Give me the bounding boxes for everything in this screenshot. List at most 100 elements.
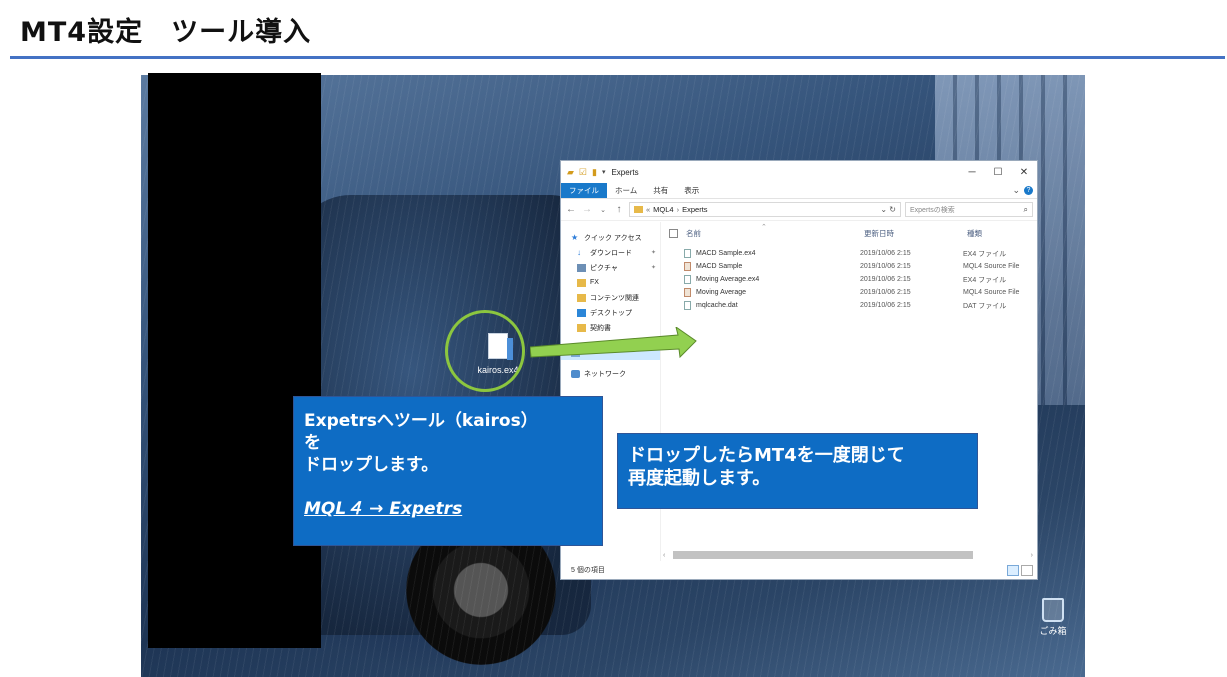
nav-item-contents[interactable]: コンテンツ関連 [561,290,660,305]
callout-drop-instructions: Expetrsへツール（kairos） を ドロップします。 MQL４ → Ex… [293,396,603,546]
file-date: 2019/10/06 2:15 [860,276,911,283]
file-row[interactable]: mqlcache.dat 2019/10/06 2:15 DAT ファイル [661,299,1037,312]
source-file-icon [684,288,691,297]
breadcrumb-experts[interactable]: Experts [682,205,707,214]
tab-view[interactable]: 表示 [676,183,707,198]
column-headers: 名前 更新日時 種類 [661,222,1037,244]
recycle-bin-icon [1042,598,1064,622]
column-header-type[interactable]: 種類 [967,228,982,239]
file-date: 2019/10/06 2:15 [860,250,911,257]
file-row[interactable]: Moving Average 2019/10/06 2:15 MQL4 Sour… [661,286,1037,299]
folder-icon [634,206,643,213]
status-bar: 5 個の項目 [561,561,1037,579]
file-type: MQL4 Source File [963,263,1020,270]
nav-item-network[interactable]: ネットワーク [561,366,660,381]
nav-item-label: ピクチャ [590,264,618,272]
explorer-body: ★ クイック アクセス ↓ ダウンロード ✦ ピクチャ ✦ FX コンテンツ関連 [561,222,1037,561]
file-name: Moving Average.ex4 [696,276,760,283]
new-folder-icon[interactable]: ▮ [592,167,597,178]
nav-item-fx[interactable]: FX [561,275,660,290]
back-arrow-icon[interactable]: ← [565,204,577,215]
file-date: 2019/10/06 2:15 [860,289,911,296]
search-icon: ⌕ [1023,204,1028,214]
search-placeholder: Expertsの検索 [910,206,955,214]
address-bar[interactable]: « MQL4 › Experts ⌄ ↻ [629,202,901,217]
file-name: mqlcache.dat [696,302,738,309]
horizontal-scrollbar[interactable]: ‹ › [661,549,1037,561]
explorer-titlebar: ▰ ☑ ▮ ▾ Experts ─ ☐ ✕ [561,161,1037,183]
file-row[interactable]: MACD Sample 2019/10/06 2:15 MQL4 Source … [661,260,1037,273]
search-input[interactable]: Expertsの検索 ⌕ [905,202,1033,217]
breadcrumb-separator: « [646,205,651,214]
folder-icon: ▰ [567,166,574,177]
callout-text: ドロップしたらMT4を一度閉じて [628,445,905,466]
file-row[interactable]: Moving Average.ex4 2019/10/06 2:15 EX4 フ… [661,273,1037,286]
file-type: EX4 ファイル [963,250,1007,258]
refresh-icon[interactable]: ⌄ ↻ [880,205,896,214]
recycle-bin[interactable]: ごみ箱 [1038,598,1068,637]
nav-item-desktop[interactable]: デスクトップ [561,305,660,320]
chevron-down-icon[interactable]: ▾ [602,168,606,176]
close-button[interactable]: ✕ [1011,167,1037,178]
breadcrumb-mql4[interactable]: MQL4 [653,205,673,214]
file-list: ⌃ 名前 更新日時 種類 MACD Sample.ex4 2019/10/06 … [661,222,1037,561]
chevron-down-icon[interactable]: ⌄ [597,206,609,214]
desktop-icon [577,308,586,317]
star-icon: ★ [571,232,579,242]
nav-item-label: ネットワーク [584,370,626,378]
file-name: MACD Sample [696,263,743,270]
nav-item-label: ダウンロード [590,249,632,257]
file-icon [684,249,691,258]
scrollbar-thumb[interactable] [673,551,973,559]
file-date: 2019/10/06 2:15 [860,263,911,270]
highlight-circle [445,310,525,392]
callout-path: MQL４ → Expetrs [304,499,463,520]
file-type: EX4 ファイル [963,276,1007,284]
pin-icon: ✦ [650,265,656,271]
tab-file[interactable]: ファイル [561,183,607,198]
minimize-button[interactable]: ─ [959,167,985,178]
file-icon [684,275,691,284]
item-count: 5 個の項目 [571,567,605,574]
nav-item-label: クイック アクセス [584,234,642,242]
column-header-name[interactable]: 名前 [686,228,864,239]
file-row[interactable]: MACD Sample.ex4 2019/10/06 2:15 EX4 ファイル [661,247,1037,260]
expand-ribbon-icon[interactable]: ⌄ [1012,185,1020,196]
breadcrumb-separator: › [676,205,680,214]
properties-icon[interactable]: ☑ [579,167,587,178]
slide-title: MT4設定 ツール導入 [20,17,312,48]
up-arrow-icon[interactable]: ↑ [613,204,625,215]
scroll-right-icon[interactable]: › [1031,552,1037,559]
nav-item-label: コンテンツ関連 [590,294,639,302]
nav-item-quick-access[interactable]: ★ クイック アクセス [561,230,660,245]
tab-share[interactable]: 共有 [645,183,676,198]
maximize-button[interactable]: ☐ [985,167,1011,178]
download-icon: ↓ [577,247,581,257]
details-view-icon[interactable] [1007,564,1019,576]
callout-text: Expetrsへツール（kairos） [304,411,538,431]
file-type: DAT ファイル [963,302,1007,310]
help-icon[interactable]: ? [1024,186,1033,195]
large-icons-view-icon[interactable] [1021,564,1033,576]
nav-item-pictures[interactable]: ピクチャ ✦ [561,260,660,275]
file-name: Moving Average [696,289,747,296]
callout-restart-instructions: ドロップしたらMT4を一度閉じて 再度起動します。 [617,433,978,509]
tab-home[interactable]: ホーム [607,183,645,198]
forward-arrow-icon[interactable]: → [581,204,593,215]
nav-item-downloads[interactable]: ↓ ダウンロード ✦ [561,245,660,260]
file-date: 2019/10/06 2:15 [860,302,911,309]
column-header-date[interactable]: 更新日時 [864,228,967,239]
file-type: MQL4 Source File [963,289,1020,296]
recycle-bin-label: ごみ箱 [1039,627,1067,637]
callout-text: ドロップします。 [304,455,439,476]
file-name: MACD Sample.ex4 [696,250,756,257]
select-all-checkbox[interactable] [669,228,678,238]
scroll-left-icon[interactable]: ‹ [661,552,665,559]
callout-text: 再度起動します。 [628,468,771,490]
drag-arrow-icon [530,327,697,359]
ribbon-tabs: ファイル ホーム 共有 表示 ⌄ ? [561,183,1037,199]
redaction-box [148,73,321,648]
address-row: ← → ⌄ ↑ « MQL4 › Experts ⌄ ↻ Expertsの検索 … [561,199,1037,221]
nav-item-label: デスクトップ [590,309,632,317]
explorer-window: ▰ ☑ ▮ ▾ Experts ─ ☐ ✕ ファイル ホーム 共有 表示 ⌄ ?… [560,160,1038,580]
